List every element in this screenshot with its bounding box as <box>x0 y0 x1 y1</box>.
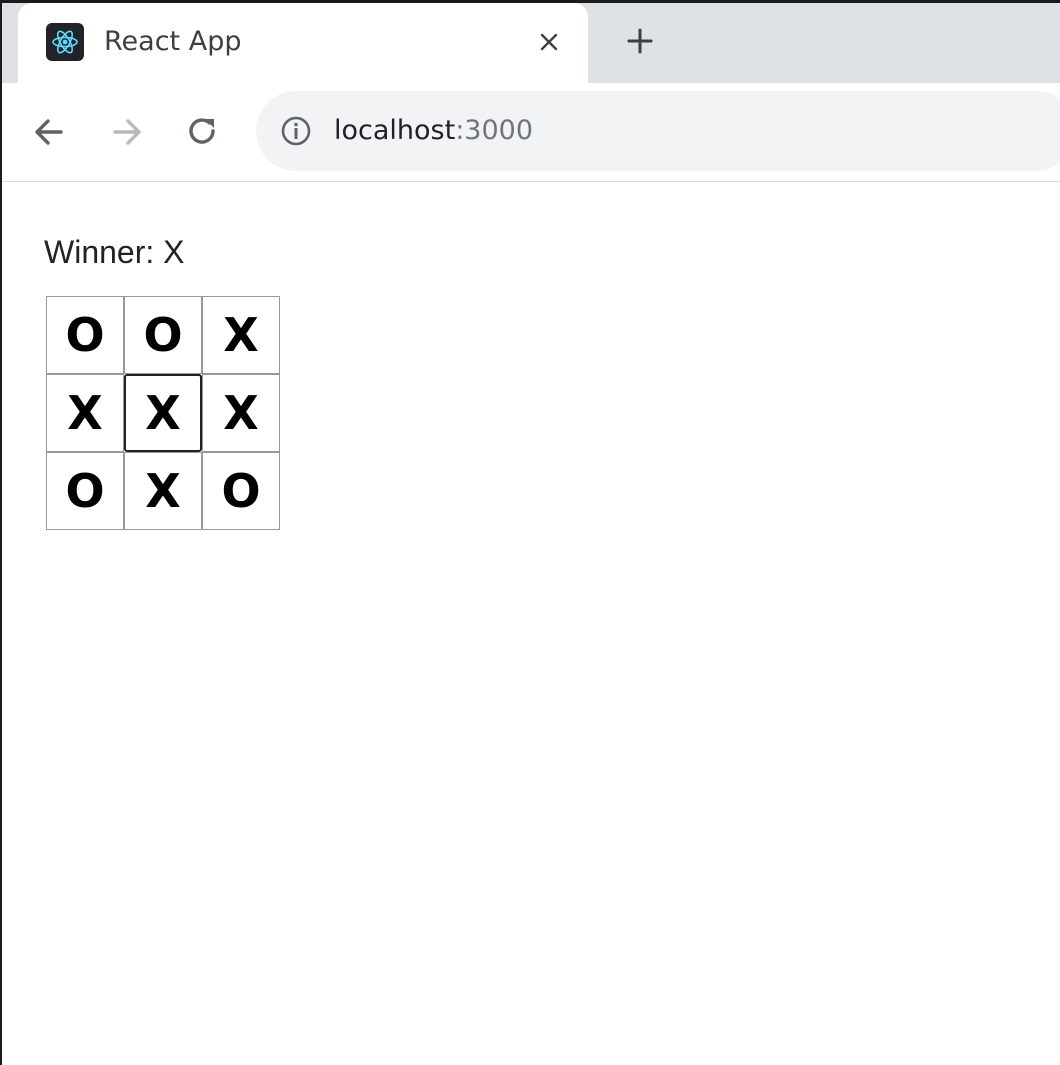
reload-icon[interactable] <box>180 109 226 155</box>
browser-window: React App localhost:3000 Winner: X O O X… <box>0 0 1060 1065</box>
browser-toolbar: localhost:3000 <box>2 83 1060 182</box>
tab-title: React App <box>104 26 242 57</box>
url-host: localhost <box>334 115 456 146</box>
plus-icon[interactable] <box>620 21 660 61</box>
arrow-left-icon[interactable] <box>26 109 72 155</box>
square-5[interactable]: X <box>202 374 280 452</box>
react-logo-icon <box>46 23 84 61</box>
tab-react-app[interactable]: React App <box>18 3 588 83</box>
info-icon[interactable] <box>278 113 314 149</box>
url-port: :3000 <box>455 115 534 146</box>
square-4[interactable]: X <box>124 374 202 452</box>
square-2[interactable]: X <box>202 296 280 374</box>
page-content: Winner: X O O X X X X O X O <box>2 182 1060 1065</box>
square-8[interactable]: O <box>202 452 280 530</box>
game-status: Winner: X <box>44 234 185 270</box>
game-board: O O X X X X O X O <box>46 296 282 532</box>
square-7[interactable]: X <box>124 452 202 530</box>
arrow-right-icon[interactable] <box>104 109 150 155</box>
tab-strip: React App <box>2 3 1060 83</box>
url-text: localhost:3000 <box>334 111 533 151</box>
square-0[interactable]: O <box>46 296 124 374</box>
square-3[interactable]: X <box>46 374 124 452</box>
address-bar[interactable]: localhost:3000 <box>256 91 1060 171</box>
square-6[interactable]: O <box>46 452 124 530</box>
square-1[interactable]: O <box>124 296 202 374</box>
close-icon[interactable] <box>536 23 562 61</box>
